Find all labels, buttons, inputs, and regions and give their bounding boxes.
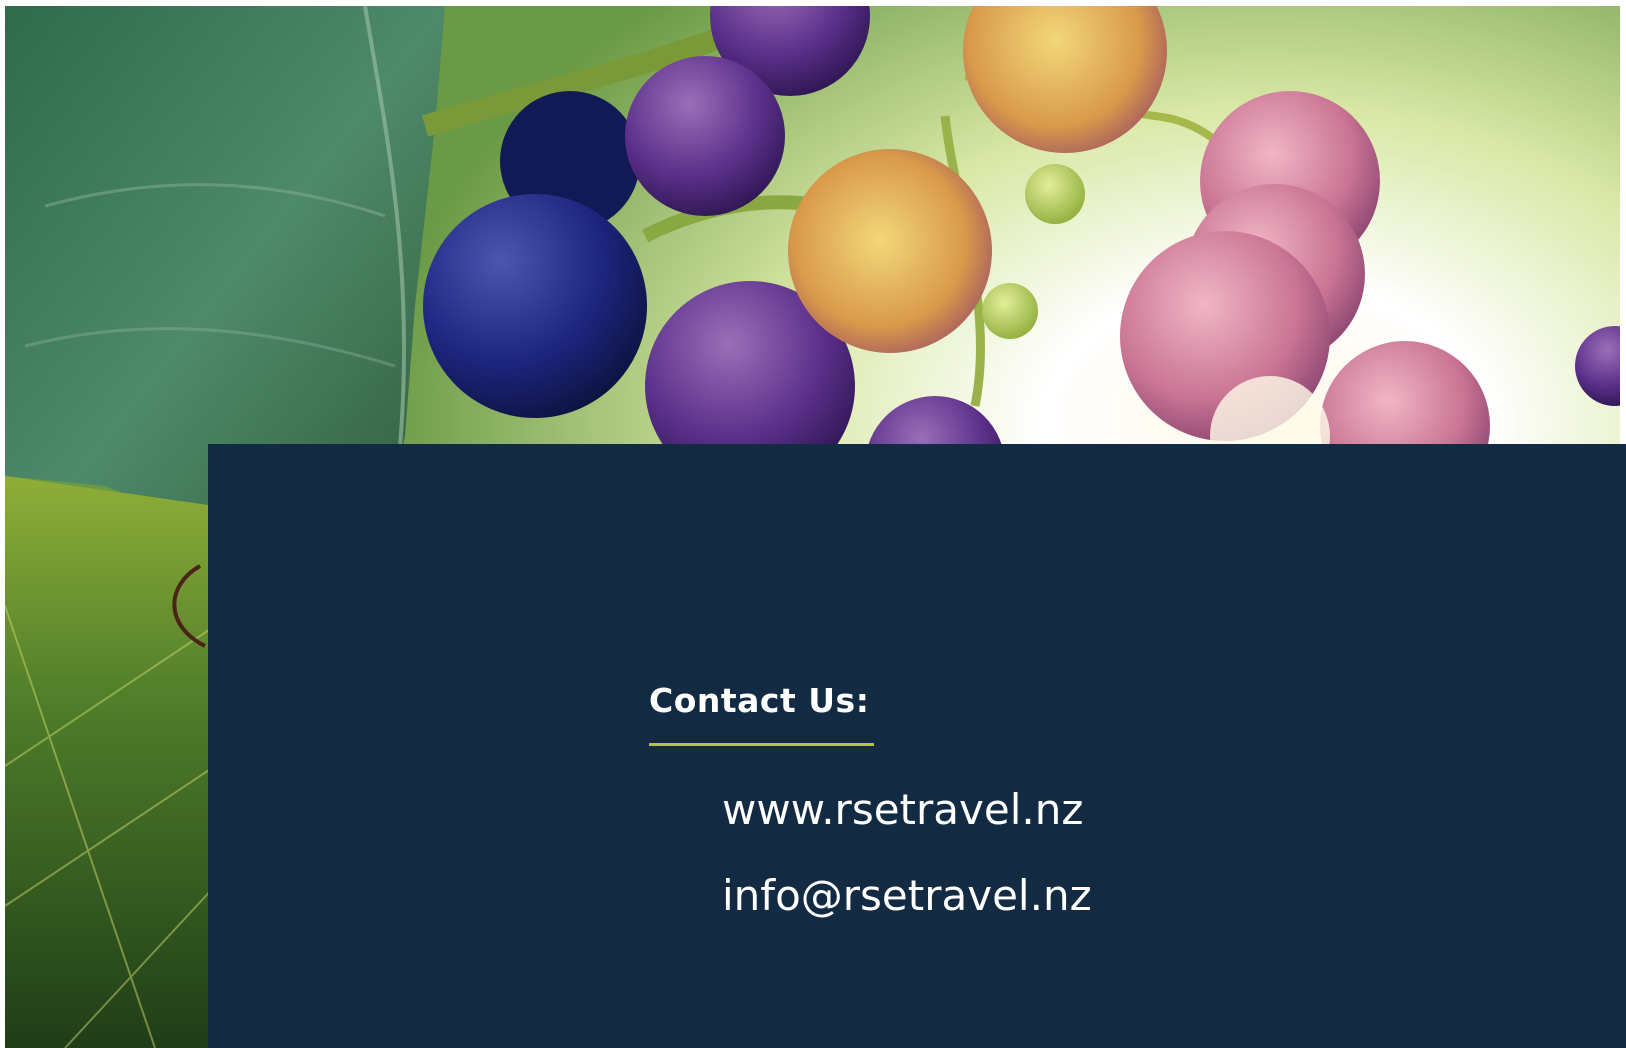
contact-heading: Contact Us: (649, 681, 870, 720)
brochure-page: Contact Us: www.rsetravel.nz info@rsetra… (0, 0, 1626, 1048)
website-link[interactable]: www.rsetravel.nz (722, 789, 1083, 831)
contact-panel: Contact Us: www.rsetravel.nz info@rsetra… (208, 444, 1626, 1048)
heading-underline (649, 743, 874, 746)
email-link[interactable]: info@rsetravel.nz (722, 875, 1092, 917)
